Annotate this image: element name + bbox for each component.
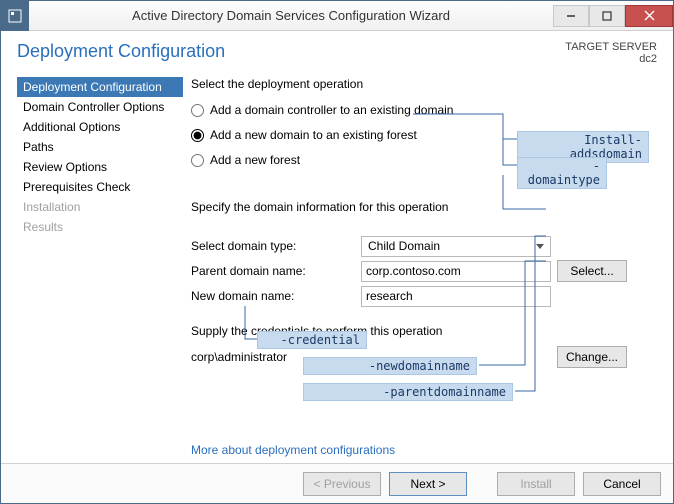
domain-type-value: Child Domain [368,239,440,253]
annotation-newdomainname: -newdomainname [303,357,477,375]
sidebar-item-additional-options[interactable]: Additional Options [17,117,183,137]
parent-domain-input[interactable] [361,261,551,282]
previous-button: < Previous [303,472,381,496]
sidebar-item-results: Results [17,217,183,237]
next-button[interactable]: Next > [389,472,467,496]
sidebar: Deployment Configuration Domain Controll… [17,69,183,463]
page-title: Deployment Configuration [17,41,565,62]
change-button[interactable]: Change... [557,346,627,368]
maximize-button[interactable] [589,5,625,27]
more-link[interactable]: More about deployment configurations [191,443,395,457]
radio-add-domain-existing-forest[interactable] [191,129,204,142]
radio-label-add-dc: Add a domain controller to an existing d… [210,103,453,117]
radio-add-new-forest[interactable] [191,154,204,167]
target-server-label: TARGET SERVER [565,41,657,53]
domain-type-label: Select domain type: [191,239,361,253]
radio-label-add-forest: Add a new forest [210,153,300,167]
window-title: Active Directory Domain Services Configu… [29,8,553,23]
target-server-name: dc2 [565,53,657,65]
close-button[interactable] [625,5,673,27]
sidebar-item-prereq-check[interactable]: Prerequisites Check [17,177,183,197]
new-domain-input[interactable] [361,286,551,307]
domain-type-select[interactable]: Child Domain [361,236,551,257]
footer: < Previous Next > Install Cancel [1,463,673,503]
annotation-credential: -credential [257,331,367,349]
annotation-domaintype: -domaintype [517,157,607,189]
wizard-window: Active Directory Domain Services Configu… [0,0,674,504]
main-panel: Select the deployment operation Add a do… [183,69,663,463]
cancel-button[interactable]: Cancel [583,472,661,496]
sidebar-item-dc-options[interactable]: Domain Controller Options [17,97,183,117]
radio-label-add-domain: Add a new domain to an existing forest [210,128,417,142]
new-domain-label: New domain name: [191,289,361,303]
annotation-parentdomainname: -parentdomainname [303,383,513,401]
radio-add-dc-existing-domain[interactable] [191,104,204,117]
select-button[interactable]: Select... [557,260,627,282]
sidebar-item-paths[interactable]: Paths [17,137,183,157]
domain-info-heading: Specify the domain information for this … [191,200,659,214]
minimize-button[interactable] [553,5,589,27]
target-server-block: TARGET SERVER dc2 [565,41,657,65]
chevron-down-icon [536,244,544,249]
operation-heading: Select the deployment operation [191,77,659,91]
app-icon [1,1,29,31]
install-button: Install [497,472,575,496]
titlebar: Active Directory Domain Services Configu… [1,1,673,31]
parent-domain-label: Parent domain name: [191,264,361,278]
sidebar-item-installation: Installation [17,197,183,217]
sidebar-item-deployment-configuration[interactable]: Deployment Configuration [17,77,183,97]
sidebar-item-review-options[interactable]: Review Options [17,157,183,177]
